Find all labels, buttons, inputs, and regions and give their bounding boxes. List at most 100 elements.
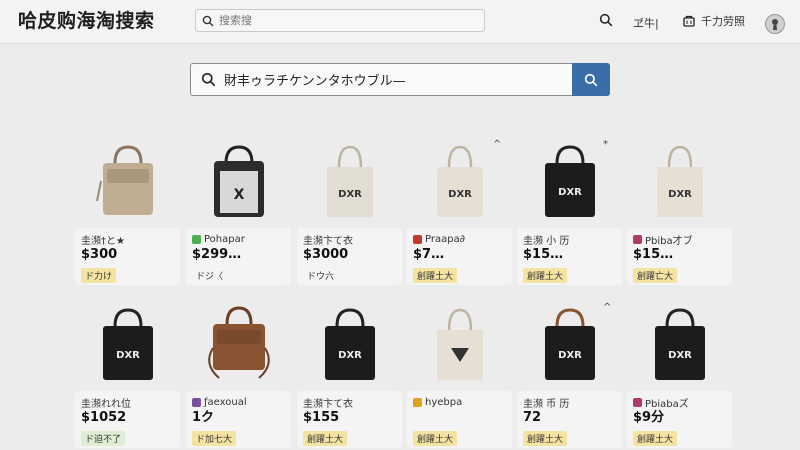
product-name: 圭瀕 小 历	[523, 235, 570, 247]
product-price: $300	[81, 247, 118, 262]
product-info: 圭瀕 币 历 72 創躍土大	[517, 391, 622, 448]
product-badge: 創躍土大	[523, 268, 568, 283]
product-price: 72	[523, 410, 542, 425]
search-icon[interactable]	[599, 13, 613, 27]
product-badge: 創躍土大	[413, 431, 458, 446]
product-price: $15…	[633, 247, 674, 262]
product-card[interactable]: DXR 圭瀕卞て衣 $3000 ドウ六	[297, 135, 402, 285]
product-image[interactable]: DXR	[297, 135, 402, 227]
user-avatar-icon[interactable]	[765, 14, 785, 34]
product-price: $299…	[192, 247, 242, 262]
caret-up-icon: *	[603, 139, 608, 150]
svg-text:DXR: DXR	[338, 189, 362, 200]
product-image[interactable]: DXR	[627, 298, 732, 390]
header-search-input[interactable]	[219, 14, 469, 27]
product-info: 圭瀕卞て衣 $3000 ドウ六	[297, 228, 402, 285]
product-image[interactable]: DXR	[75, 298, 180, 390]
product-info: 圭瀕れれ位 $1052 ド迫不了	[75, 391, 180, 448]
product-badge: 創躍亡大	[633, 268, 678, 283]
product-badge: ドウ六	[307, 272, 335, 282]
cart-label: 千力劳照	[701, 15, 745, 28]
caret-up-icon: ^	[603, 302, 612, 313]
product-image[interactable]	[75, 135, 180, 227]
svg-text:DXR: DXR	[448, 189, 472, 200]
product-card[interactable]: DXR * 圭瀕 小 历 $15… 創躍土大	[517, 135, 622, 285]
product-card[interactable]: DXR 圭瀕卞て衣 $155 創躍土大	[297, 298, 402, 448]
product-card[interactable]: DXR ^ 圭瀕 币 历 72 創躍土大	[517, 298, 622, 448]
svg-text:DXR: DXR	[558, 350, 582, 361]
product-card[interactable]: DXR Pbiba才ブ $15… 創躍亡大	[627, 135, 732, 285]
product-badge: 創躍土大	[633, 431, 678, 446]
product-card[interactable]: hyebpa 創躍土大	[407, 298, 512, 448]
search-icon	[202, 15, 214, 27]
product-card[interactable]: DXR 圭瀕れれ位 $1052 ド迫不了	[75, 298, 180, 448]
svg-text:DXR: DXR	[558, 187, 582, 198]
product-name: Pohapar	[192, 232, 285, 246]
product-card[interactable]: X Pohapar $299… ドジ〈	[186, 135, 291, 285]
top-navigation-bar: 哈皮购海淘搜索 ヹ牛| 千力劳照	[0, 0, 800, 44]
main-search-input[interactable]	[224, 72, 564, 87]
product-card[interactable]: ƒaexoual 1ク ド加七大	[186, 298, 291, 448]
product-name: ƒaexoual	[192, 395, 285, 409]
product-name: 圭瀕卞て衣	[303, 235, 353, 247]
search-submit-button[interactable]	[572, 63, 610, 96]
product-info: 圭瀕卞て衣 $155 創躍土大	[297, 391, 402, 448]
product-badge: ド力け	[81, 268, 117, 283]
product-name-text: hyebpa	[425, 396, 463, 408]
product-info: 圭瀕 小 历 $15… 創躍土大	[517, 228, 622, 285]
caret-up-icon: ^	[493, 139, 502, 150]
product-price	[413, 409, 506, 427]
product-image[interactable]: X	[186, 135, 291, 227]
svg-text:X: X	[233, 187, 244, 203]
product-price: $9分	[633, 410, 665, 425]
product-price: $3000	[303, 247, 349, 262]
product-name: 圭瀕卞て衣	[303, 398, 353, 410]
search-icon	[201, 72, 216, 87]
svg-text:DXR: DXR	[338, 350, 362, 361]
cart-icon	[682, 14, 696, 28]
product-badge: 創躍土大	[523, 431, 568, 446]
product-price: 1ク	[192, 410, 215, 425]
product-name: 圭瀕†と★	[81, 235, 125, 247]
store-logo-icon	[192, 397, 201, 407]
product-name-text: Pbiabaズ	[645, 398, 689, 410]
product-badge: ドジ〈	[196, 272, 224, 282]
store-logo-icon	[192, 234, 201, 244]
store-logo-icon	[413, 397, 422, 407]
product-badge: ド迫不了	[81, 431, 126, 446]
product-card[interactable]: DXR ^ Praapa∂ $7… 創躍土大	[407, 135, 512, 285]
product-name: hyebpa	[413, 395, 506, 409]
cart-link[interactable]: 千力劳照	[682, 13, 745, 29]
product-price: $1052	[81, 410, 127, 425]
svg-text:DXR: DXR	[668, 350, 692, 361]
product-price: $155	[303, 410, 340, 425]
store-logo-icon	[633, 234, 642, 244]
svg-text:DXR: DXR	[116, 350, 140, 361]
product-name-text: ƒaexoual	[204, 396, 247, 408]
store-logo-icon	[633, 397, 642, 407]
product-info: ƒaexoual 1ク ド加七大	[186, 391, 291, 448]
product-name: Pbiabaズ	[633, 395, 726, 409]
product-image[interactable]: DXR	[627, 135, 732, 227]
product-card[interactable]: DXR Pbiabaズ $9分 創躍土大	[627, 298, 732, 448]
product-name-text: Pohapar	[204, 233, 245, 245]
main-search-bar[interactable]	[190, 63, 610, 96]
product-name-text: Pbiba才ブ	[645, 235, 693, 247]
product-name-text: Praapa∂	[425, 233, 465, 245]
header-search-box[interactable]	[195, 9, 485, 32]
product-name: 圭瀕 币 历	[523, 398, 570, 410]
product-info: Pohapar $299… ドジ〈	[186, 228, 291, 285]
svg-text:DXR: DXR	[668, 189, 692, 200]
search-icon	[584, 73, 598, 87]
site-logo[interactable]: 哈皮购海淘搜索	[18, 6, 155, 33]
product-image[interactable]	[186, 298, 291, 390]
product-card[interactable]: 圭瀕†と★ $300 ド力け	[75, 135, 180, 285]
product-name: Praapa∂	[413, 232, 506, 246]
product-image[interactable]	[407, 298, 512, 390]
product-info: Praapa∂ $7… 創躍土大	[407, 228, 512, 285]
messages-link[interactable]: ヹ牛|	[633, 15, 659, 31]
product-badge: 創躍土大	[413, 268, 458, 283]
product-image[interactable]: DXR	[297, 298, 402, 390]
product-info: Pbiba才ブ $15… 創躍亡大	[627, 228, 732, 285]
product-price: $15…	[523, 247, 564, 262]
